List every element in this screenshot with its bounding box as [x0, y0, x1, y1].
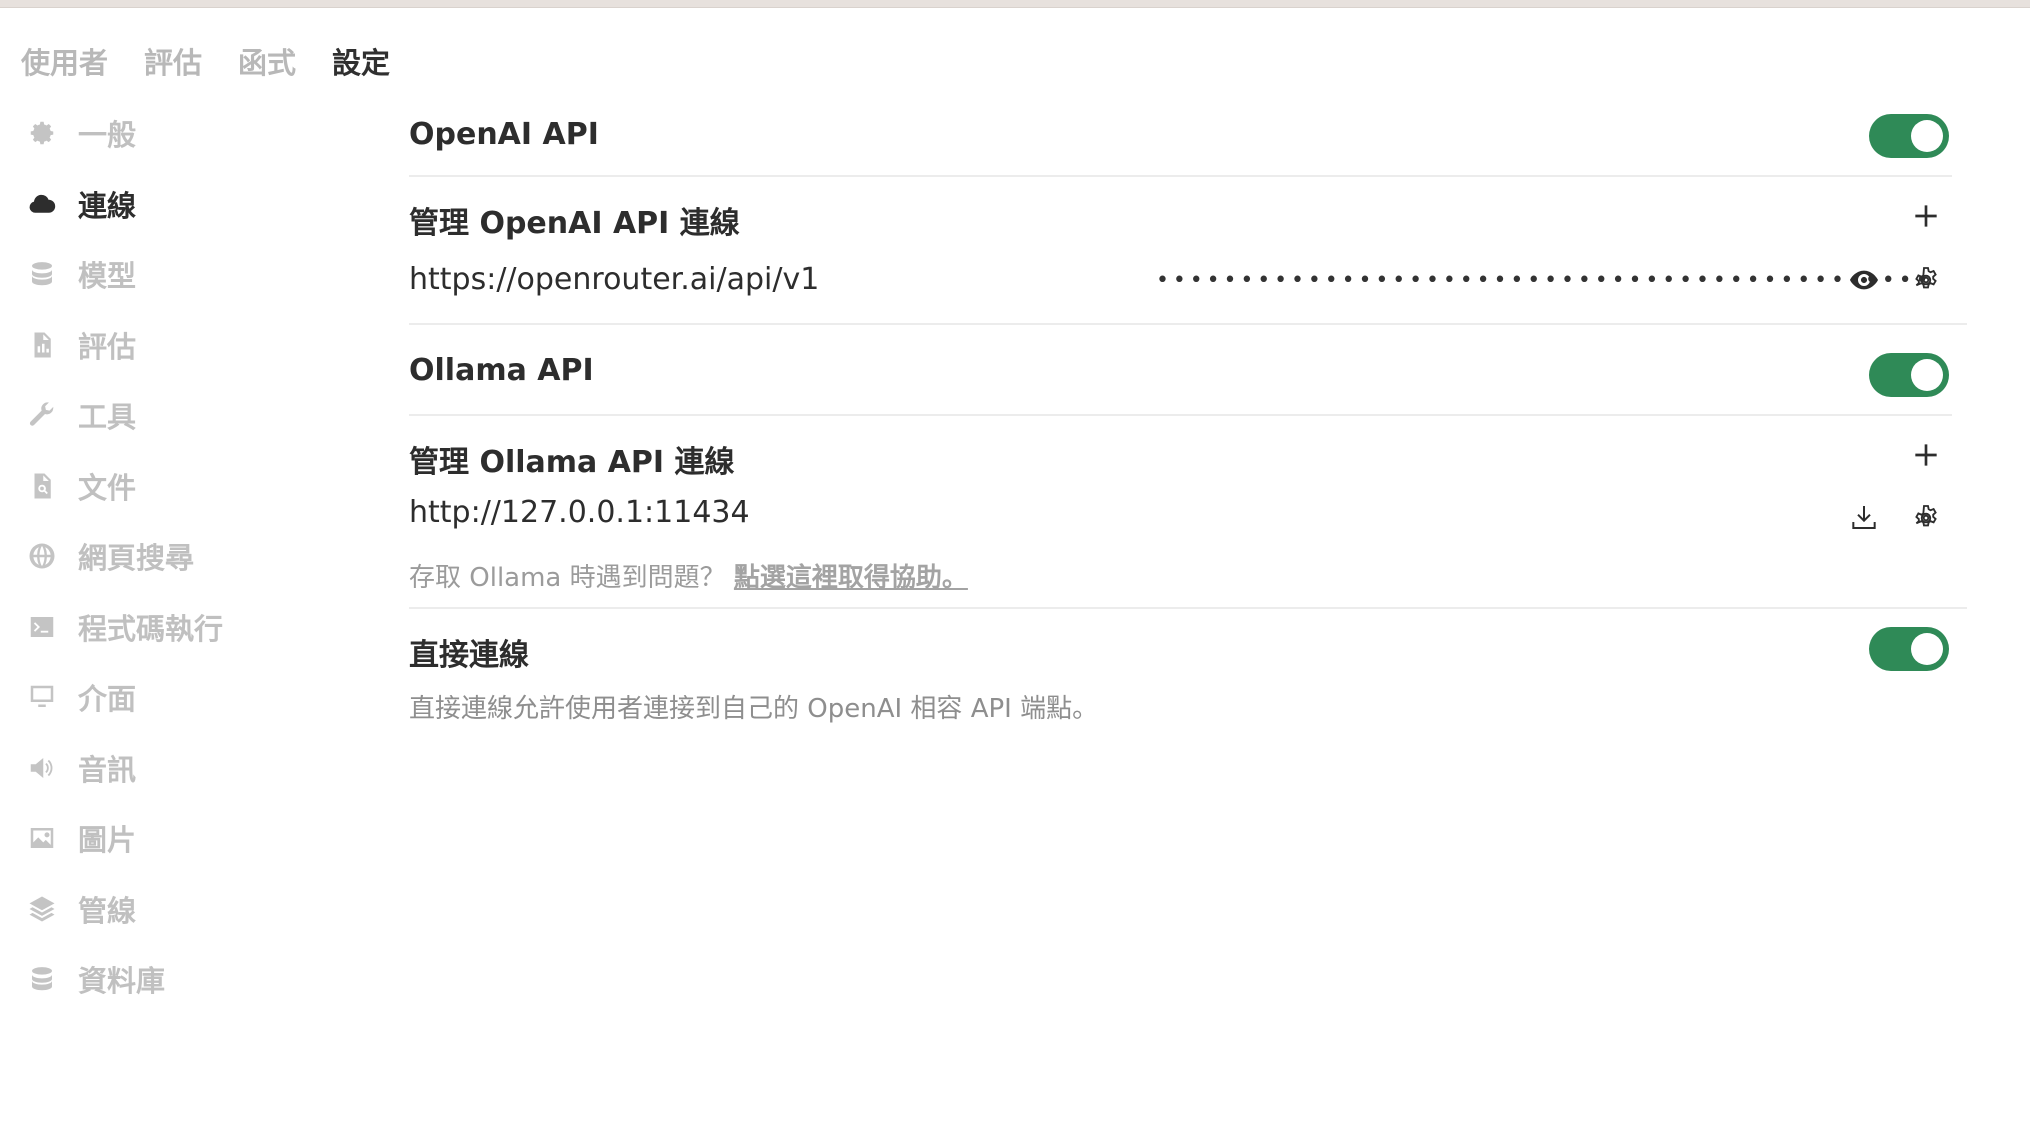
- sidebar-item-code-execution[interactable]: 程式碼執行: [26, 592, 326, 663]
- window-top-border: [0, 0, 2030, 8]
- openai-api-toggle[interactable]: [1869, 114, 1949, 158]
- plus-icon: [1915, 444, 1937, 466]
- direct-connections-title: 直接連線: [409, 638, 529, 673]
- sidebar-item-evaluations[interactable]: 評估: [26, 310, 326, 381]
- database-icon: [26, 963, 58, 995]
- openai-connection-settings-button[interactable]: [1908, 262, 1944, 298]
- direct-connections-description: 直接連線允許使用者連接到自己的 OpenAI 相容 API 端點。: [409, 694, 1099, 724]
- sidebar-item-label: 音訊: [78, 752, 137, 787]
- sidebar-item-connections[interactable]: 連線: [26, 169, 326, 240]
- gear-icon: [26, 117, 58, 149]
- manage-ollama-connections-title: 管理 Ollama API 連線: [409, 445, 735, 480]
- terminal-icon: [26, 611, 58, 643]
- divider: [409, 323, 1967, 325]
- sidebar-item-models[interactable]: 模型: [26, 239, 326, 310]
- sidebar-item-pipelines[interactable]: 管線: [26, 874, 326, 945]
- sidebar-item-documents[interactable]: 文件: [26, 451, 326, 522]
- cloud-icon: [26, 188, 58, 220]
- sidebar-item-label: 評估: [78, 329, 137, 364]
- sidebar-item-label: 文件: [78, 470, 137, 505]
- divider: [409, 414, 1952, 416]
- sidebar-item-label: 工具: [78, 400, 137, 435]
- sidebar-item-label: 網頁搜尋: [78, 541, 195, 576]
- sidebar-item-web-search[interactable]: 網頁搜尋: [26, 521, 326, 592]
- layers-icon: [26, 893, 58, 925]
- globe-icon: [26, 540, 58, 572]
- sidebar-item-label: 連線: [78, 188, 137, 223]
- document-chart-icon: [26, 329, 58, 361]
- wrench-icon: [26, 399, 58, 431]
- ollama-help-question: 存取 Ollama 時遇到問題？: [409, 563, 726, 593]
- database-icon: [26, 258, 58, 290]
- sidebar-item-label: 管線: [78, 893, 137, 928]
- openai-api-title: OpenAI API: [409, 117, 599, 152]
- sidebar-item-tools[interactable]: 工具: [26, 380, 326, 451]
- divider: [409, 175, 1952, 177]
- gear-icon: [1915, 505, 1937, 527]
- tab-users[interactable]: 使用者: [21, 40, 108, 82]
- ollama-download-model-button[interactable]: [1846, 500, 1882, 536]
- add-ollama-connection-button[interactable]: [1908, 437, 1944, 473]
- sidebar-item-interface[interactable]: 介面: [26, 662, 326, 733]
- eye-icon: [1850, 270, 1878, 290]
- toggle-key-visibility-button[interactable]: [1846, 262, 1882, 298]
- speaker-icon: [26, 752, 58, 784]
- sidebar-item-label: 程式碼執行: [78, 611, 224, 646]
- plus-icon: [1915, 205, 1937, 227]
- sidebar-item-label: 介面: [78, 682, 137, 717]
- sidebar-item-label: 一般: [78, 118, 137, 153]
- ollama-connection-url[interactable]: http://127.0.0.1:11434: [409, 495, 750, 530]
- document-search-icon: [26, 470, 58, 502]
- openai-connection-url[interactable]: https://openrouter.ai/api/v1: [409, 262, 819, 297]
- tab-evaluations[interactable]: 評估: [144, 40, 202, 82]
- sidebar-item-label: 資料庫: [78, 964, 166, 999]
- ollama-api-title: Ollama API: [409, 353, 594, 388]
- ollama-help-text: 存取 Ollama 時遇到問題？ 點選這裡取得協助。: [409, 557, 968, 594]
- sidebar-item-general[interactable]: 一般: [26, 98, 326, 169]
- add-openai-connection-button[interactable]: [1908, 198, 1944, 234]
- ollama-connection-settings-button[interactable]: [1908, 500, 1944, 536]
- sidebar-item-label: 圖片: [78, 823, 137, 858]
- settings-sidebar: 一般 連線 模型 評估 工具 文件 網頁搜尋 程式碼執行 介面 音訊 圖片 管線…: [26, 98, 326, 1015]
- sidebar-item-label: 模型: [78, 259, 137, 294]
- ollama-help-link[interactable]: 點選這裡取得協助。: [734, 563, 968, 593]
- download-icon: [1852, 506, 1876, 529]
- ollama-api-toggle[interactable]: [1869, 353, 1949, 397]
- sidebar-item-audio[interactable]: 音訊: [26, 733, 326, 804]
- admin-tabs: 使用者 評估 函式 設定: [21, 40, 390, 82]
- openai-api-key-masked[interactable]: ••••••••••••••••••••••••••••••••••••••••…: [1156, 268, 1932, 293]
- tab-functions[interactable]: 函式: [238, 40, 296, 82]
- sidebar-item-database[interactable]: 資料庫: [26, 944, 326, 1015]
- monitor-icon: [26, 681, 58, 713]
- tab-settings[interactable]: 設定: [332, 40, 390, 82]
- manage-openai-connections-title: 管理 OpenAI API 連線: [409, 206, 740, 241]
- divider: [409, 607, 1967, 609]
- gear-icon: [1915, 267, 1937, 289]
- sidebar-item-images[interactable]: 圖片: [26, 803, 326, 874]
- direct-connections-toggle[interactable]: [1869, 627, 1949, 671]
- photo-icon: [26, 822, 58, 854]
